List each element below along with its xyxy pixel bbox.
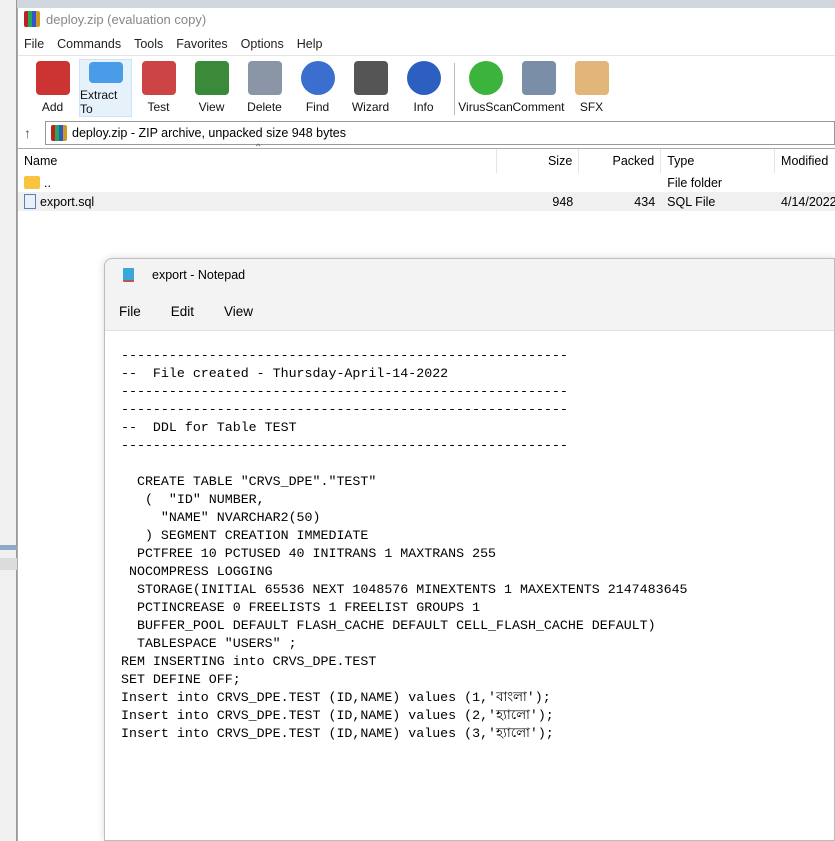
toolbar-label: VirusScan bbox=[458, 100, 513, 114]
notepad-icon bbox=[123, 268, 134, 282]
file-type: File folder bbox=[667, 175, 723, 190]
menu-help[interactable]: Help bbox=[297, 37, 323, 51]
file-type: SQL File bbox=[667, 194, 716, 209]
menu-commands[interactable]: Commands bbox=[57, 37, 121, 51]
notepad-menu-bar: File Edit View bbox=[105, 291, 834, 331]
find-button[interactable]: Find bbox=[291, 59, 344, 117]
file-size bbox=[497, 173, 579, 192]
background-band bbox=[0, 558, 17, 570]
view-book-icon bbox=[194, 61, 229, 95]
notepad-title: export - Notepad bbox=[152, 268, 246, 282]
folder-icon bbox=[24, 176, 40, 189]
up-arrow-icon[interactable]: ↑ bbox=[24, 125, 31, 141]
notepad-menu-edit[interactable]: Edit bbox=[171, 304, 194, 319]
toolbar-label: SFX bbox=[579, 100, 604, 114]
virusscan-icon bbox=[468, 61, 503, 95]
column-modified[interactable]: Modified bbox=[775, 149, 835, 173]
file-icon bbox=[24, 194, 36, 209]
title-bar: deploy.zip (evaluation copy) bbox=[18, 8, 835, 30]
notepad-window: export - Notepad File Edit View --------… bbox=[104, 258, 835, 841]
file-modified bbox=[775, 173, 835, 192]
wizard-button[interactable]: Wizard bbox=[344, 59, 397, 117]
notepad-menu-view[interactable]: View bbox=[224, 304, 253, 319]
menu-bar: File Commands Tools Favorites Options He… bbox=[18, 33, 835, 55]
column-size[interactable]: Size bbox=[497, 149, 580, 173]
file-name: export.sql bbox=[40, 194, 95, 209]
notepad-menu-file[interactable]: File bbox=[119, 304, 141, 319]
file-packed bbox=[579, 173, 661, 192]
view-button[interactable]: View bbox=[185, 59, 238, 117]
column-type[interactable]: Type bbox=[661, 149, 776, 173]
toolbar-label: Test bbox=[147, 100, 170, 114]
list-header: Name Size Packed Type Modified bbox=[18, 149, 835, 173]
menu-tools[interactable]: Tools bbox=[134, 37, 163, 51]
file-packed: 434 bbox=[634, 194, 656, 209]
find-magnifier-icon bbox=[300, 61, 335, 95]
toolbar-label: Info bbox=[413, 100, 434, 114]
list-item[interactable]: export.sql 948 434 SQL File 4/14/2022 bbox=[18, 192, 835, 211]
toolbar-label: Wizard bbox=[351, 100, 390, 114]
extract-folder-icon bbox=[88, 62, 123, 83]
address-bar: ↑ deploy.zip - ZIP archive, unpacked siz… bbox=[18, 119, 835, 147]
list-item[interactable]: .. File folder bbox=[18, 173, 835, 192]
window-title: deploy.zip (evaluation copy) bbox=[46, 11, 207, 27]
background-highlight bbox=[0, 545, 17, 550]
background-window bbox=[0, 0, 17, 841]
notepad-title-bar: export - Notepad bbox=[105, 259, 834, 291]
toolbar-label: Find bbox=[305, 100, 330, 114]
sfx-button[interactable]: SFX bbox=[565, 59, 618, 117]
toolbar-label: Add bbox=[41, 100, 64, 114]
menu-options[interactable]: Options bbox=[241, 37, 284, 51]
sfx-box-icon bbox=[574, 61, 609, 95]
archive-icon bbox=[51, 125, 67, 141]
menu-file[interactable]: File bbox=[24, 37, 44, 51]
delete-trash-icon bbox=[247, 61, 282, 95]
sort-arrow-icon: ⌃ bbox=[254, 143, 263, 154]
menu-favorites[interactable]: Favorites bbox=[176, 37, 227, 51]
toolbar-separator bbox=[454, 63, 455, 115]
add-icon bbox=[35, 61, 70, 95]
comment-icon bbox=[521, 61, 556, 95]
file-modified: 4/14/2022 bbox=[781, 194, 835, 209]
background-tabs bbox=[17, 0, 835, 8]
wizard-wand-icon bbox=[353, 61, 388, 95]
text-editor[interactable]: ----------------------------------------… bbox=[105, 330, 834, 840]
extract-to-button[interactable]: Extract To bbox=[79, 59, 132, 117]
column-packed[interactable]: Packed bbox=[579, 149, 662, 173]
winrar-logo-icon bbox=[24, 11, 40, 27]
info-icon bbox=[406, 61, 441, 95]
toolbar: Add Extract To Test View Delete Find Wizard Inf… bbox=[18, 55, 835, 119]
test-clipboard-icon bbox=[141, 61, 176, 95]
editor-content[interactable]: ----------------------------------------… bbox=[121, 347, 834, 743]
virusscan-button[interactable]: VirusScan bbox=[458, 59, 513, 117]
add-button[interactable]: Add bbox=[26, 59, 79, 117]
toolbar-label: View bbox=[198, 100, 225, 114]
info-button[interactable]: Info bbox=[397, 59, 450, 117]
test-button[interactable]: Test bbox=[132, 59, 185, 117]
file-name: .. bbox=[44, 175, 51, 190]
toolbar-label: Delete bbox=[247, 100, 282, 114]
address-text: deploy.zip - ZIP archive, unpacked size … bbox=[72, 126, 346, 140]
delete-button[interactable]: Delete bbox=[238, 59, 291, 117]
file-size: 948 bbox=[552, 194, 574, 209]
address-field[interactable]: deploy.zip - ZIP archive, unpacked size … bbox=[45, 121, 835, 145]
toolbar-label: Comment bbox=[512, 100, 565, 114]
comment-button[interactable]: Comment bbox=[512, 59, 565, 117]
toolbar-label: Extract To bbox=[80, 88, 118, 116]
